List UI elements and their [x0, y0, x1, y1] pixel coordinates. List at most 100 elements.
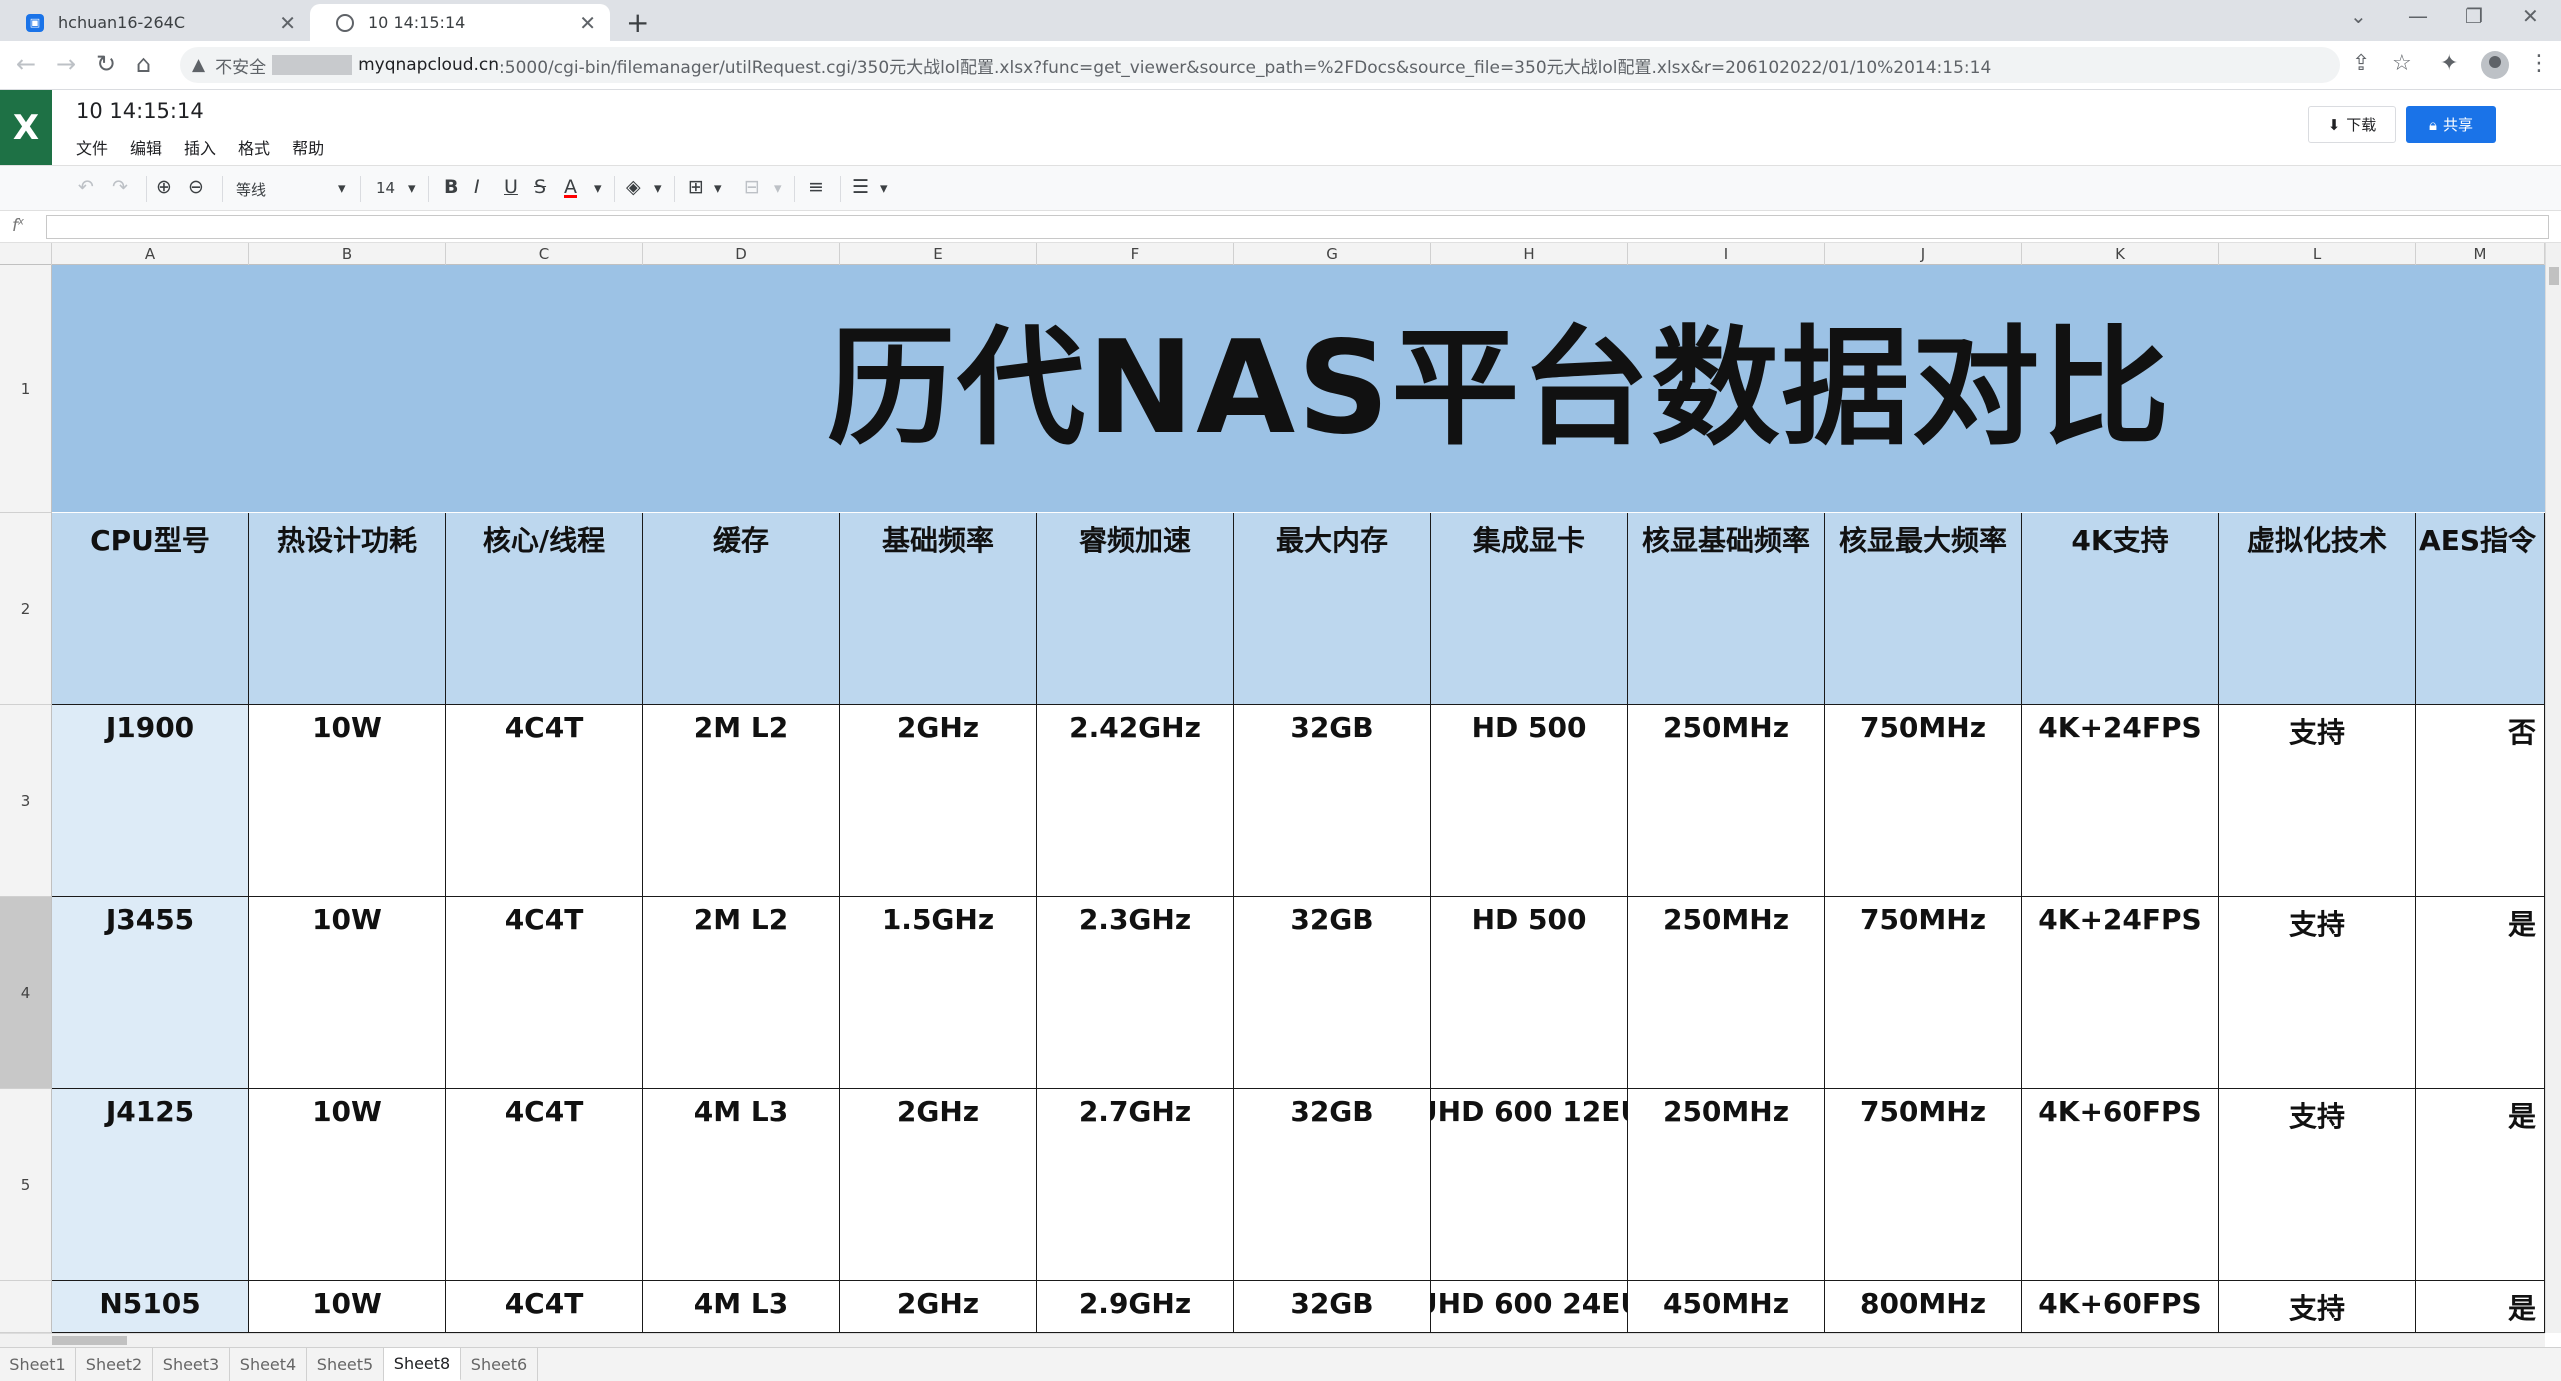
header-cell[interactable]: 核心/线程 [446, 513, 643, 705]
column-header[interactable]: D [643, 243, 840, 265]
table-cell[interactable]: 32GB [1234, 1281, 1431, 1333]
share-button[interactable]: 🔒︎ 共享 [2406, 106, 2496, 143]
table-cell[interactable]: 10W [249, 1089, 446, 1281]
table-cell[interactable]: 4M L3 [643, 1281, 840, 1333]
table-cell[interactable]: 32GB [1234, 897, 1431, 1089]
table-cell[interactable]: 750MHz [1825, 897, 2022, 1089]
back-icon[interactable]: ← [16, 50, 36, 78]
table-cell[interactable]: 4K+60FPS [2022, 1281, 2219, 1333]
column-header[interactable]: E [840, 243, 1037, 265]
browser-tab-qnap[interactable]: ▣ hchuan16-264C ✕ [0, 4, 310, 41]
column-header[interactable]: F [1037, 243, 1234, 265]
menu-edit[interactable]: 编辑 [130, 135, 162, 159]
table-cell[interactable]: J4125 [52, 1089, 249, 1281]
row-header[interactable] [0, 1281, 52, 1333]
table-cell[interactable]: 450MHz [1628, 1281, 1825, 1333]
menu-format[interactable]: 格式 [238, 135, 270, 159]
chevron-down-icon[interactable]: ▾ [408, 179, 416, 197]
url-input[interactable]: ▲ 不安全 myqnapcloud.cn :5000/cgi-bin/filem… [180, 47, 2340, 83]
column-header[interactable]: K [2022, 243, 2219, 265]
row-header[interactable]: 3 [0, 705, 52, 897]
menu-help[interactable]: 帮助 [292, 135, 324, 159]
table-cell[interactable]: 4K+60FPS [2022, 1089, 2219, 1281]
chevron-down-icon[interactable]: ▾ [774, 179, 782, 197]
zoom-in-icon[interactable]: ⊕ [156, 176, 172, 198]
table-cell[interactable]: 800MHz [1825, 1281, 2022, 1333]
sheet-tab[interactable]: Sheet3 [153, 1348, 230, 1381]
scroll-thumb[interactable] [2549, 267, 2559, 285]
table-cell[interactable]: 支持 [2219, 1281, 2416, 1333]
reload-icon[interactable]: ↻ [96, 50, 116, 78]
undo-icon[interactable]: ↶ [78, 176, 94, 198]
menu-file[interactable]: 文件 [76, 135, 108, 159]
sheet-tab-active[interactable]: Sheet8 [384, 1348, 461, 1381]
row-header[interactable]: 2 [0, 513, 52, 705]
table-cell[interactable]: N5105 [52, 1281, 249, 1333]
table-cell[interactable]: 2M L2 [643, 705, 840, 897]
table-cell[interactable]: 支持 [2219, 1089, 2416, 1281]
table-cell[interactable]: HD 500 [1431, 897, 1628, 1089]
sheet-tab[interactable]: Sheet2 [76, 1348, 153, 1381]
table-cell[interactable]: J3455 [52, 897, 249, 1089]
column-header[interactable]: H [1431, 243, 1628, 265]
row-header[interactable]: 1 [0, 265, 52, 513]
sheet-tab[interactable]: Sheet5 [307, 1348, 384, 1381]
header-cell[interactable]: 基础频率 [840, 513, 1037, 705]
header-cell[interactable]: 缓存 [643, 513, 840, 705]
vertical-scrollbar[interactable] [2545, 243, 2561, 1333]
browser-tab-viewer[interactable]: 10 14:15:14 ✕ [310, 4, 610, 41]
bold-icon[interactable]: B [444, 176, 458, 198]
table-cell[interactable]: UHD 600 12EU [1431, 1089, 1628, 1281]
table-cell[interactable]: 2.42GHz [1037, 705, 1234, 897]
table-cell[interactable]: 10W [249, 705, 446, 897]
table-cell[interactable]: 是 [2416, 1089, 2545, 1281]
table-cell[interactable]: 250MHz [1628, 897, 1825, 1089]
table-cell[interactable]: 1.5GHz [840, 897, 1037, 1089]
header-cell[interactable]: 核显最大频率 [1825, 513, 2022, 705]
horizontal-scrollbar[interactable] [0, 1333, 2545, 1347]
table-cell[interactable]: 4M L3 [643, 1089, 840, 1281]
bookmark-star-icon[interactable]: ☆ [2392, 51, 2412, 76]
header-cell[interactable]: 集成显卡 [1431, 513, 1628, 705]
column-header[interactable]: B [249, 243, 446, 265]
table-cell[interactable]: 2GHz [840, 1089, 1037, 1281]
font-size-select[interactable]: 14 [376, 179, 395, 197]
column-header[interactable]: J [1825, 243, 2022, 265]
text-color-icon[interactable]: A [564, 176, 577, 198]
minimize-icon[interactable]: — [2408, 4, 2428, 28]
merge-cells-icon[interactable]: ⊟ [744, 176, 760, 198]
chevron-down-icon[interactable]: ▾ [654, 179, 662, 197]
table-cell[interactable]: 4C4T [446, 897, 643, 1089]
redo-icon[interactable]: ↷ [112, 176, 128, 198]
font-family-select[interactable]: 等线 [236, 179, 266, 200]
sheet-tab[interactable]: Sheet4 [230, 1348, 307, 1381]
header-cell[interactable]: 虚拟化技术 [2219, 513, 2416, 705]
table-cell[interactable]: 750MHz [1825, 705, 2022, 897]
forward-icon[interactable]: → [56, 50, 76, 78]
strikethrough-icon[interactable]: S [534, 176, 546, 198]
header-cell[interactable]: CPU型号 [52, 513, 249, 705]
table-cell[interactable]: UHD 600 24EU [1431, 1281, 1628, 1333]
zoom-out-icon[interactable]: ⊖ [188, 176, 204, 198]
column-header[interactable]: C [446, 243, 643, 265]
new-tab-icon[interactable]: + [626, 6, 649, 39]
chevron-down-icon[interactable]: ▾ [594, 179, 602, 197]
row-header[interactable]: 5 [0, 1089, 52, 1281]
header-cell[interactable]: 最大内存 [1234, 513, 1431, 705]
formula-input[interactable] [46, 215, 2549, 239]
window-close-icon[interactable]: ✕ [2522, 4, 2539, 28]
extensions-icon[interactable]: ✦ [2440, 51, 2458, 76]
profile-avatar[interactable] [2481, 51, 2509, 79]
table-cell[interactable]: 32GB [1234, 1089, 1431, 1281]
italic-icon[interactable]: I [474, 176, 480, 198]
table-cell[interactable]: 250MHz [1628, 705, 1825, 897]
table-cell[interactable]: 2GHz [840, 1281, 1037, 1333]
table-cell[interactable]: 2GHz [840, 705, 1037, 897]
table-cell[interactable]: 是 [2416, 1281, 2545, 1333]
table-cell[interactable]: 2.7GHz [1037, 1089, 1234, 1281]
home-icon[interactable]: ⌂ [136, 50, 151, 78]
chevron-down-icon[interactable]: ▾ [338, 179, 346, 197]
table-cell[interactable]: 32GB [1234, 705, 1431, 897]
table-cell[interactable]: 4C4T [446, 1281, 643, 1333]
table-cell[interactable]: 2.3GHz [1037, 897, 1234, 1089]
